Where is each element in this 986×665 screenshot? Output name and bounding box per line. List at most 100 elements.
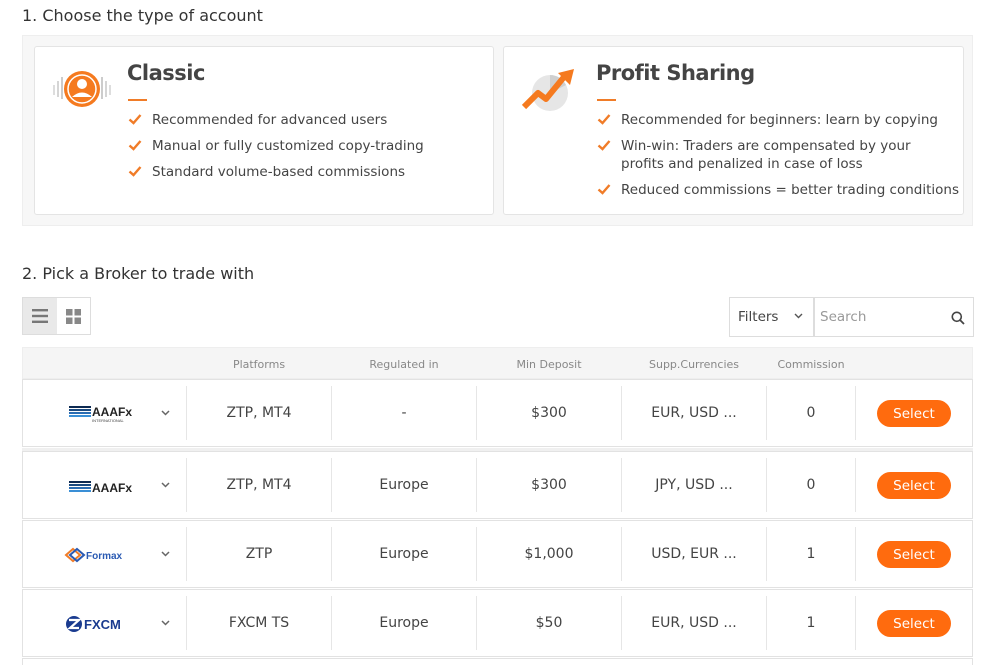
check-icon <box>597 114 611 125</box>
table-row[interactable]: Formax ZTP Europe $1,000 USD, EUR ... 1 … <box>22 520 973 588</box>
select-broker-button[interactable]: Select <box>877 610 951 637</box>
feature-item: Reduced commissions = better trading con… <box>597 181 959 199</box>
section-title-account-type: 1. Choose the type of account <box>22 6 263 25</box>
divider <box>186 458 187 512</box>
cell-min-deposit: $300 <box>531 405 567 421</box>
table-row[interactable]: FXCM FXCM TS Europe $50 EUR, USD ... 1 S… <box>22 589 973 657</box>
divider <box>476 527 477 581</box>
list-icon <box>31 309 48 323</box>
cell-currencies: EUR, USD ... <box>651 615 737 631</box>
divider <box>766 458 767 512</box>
cell-commission: 1 <box>806 615 816 631</box>
check-icon <box>597 140 611 151</box>
feature-list: Recommended for beginners: learn by copy… <box>597 111 959 207</box>
cell-regulated: - <box>401 405 407 421</box>
cell-commission: 1 <box>806 546 816 562</box>
cell-regulated: Europe <box>379 477 429 493</box>
feature-item: Recommended for beginners: learn by copy… <box>597 111 959 129</box>
cell-commission: 0 <box>806 405 816 421</box>
header-currencies: Supp.Currencies <box>648 358 740 371</box>
list-view-button[interactable] <box>23 298 57 334</box>
svg-text:AAAFx: AAAFx <box>92 405 132 419</box>
divider <box>186 386 187 440</box>
cell-min-deposit: $1,000 <box>524 546 574 562</box>
check-icon <box>128 114 142 125</box>
divider <box>621 386 622 440</box>
broker-logo-formax: Formax <box>64 547 123 563</box>
divider <box>331 386 332 440</box>
cell-currencies: USD, EUR ... <box>651 546 737 562</box>
title-underline <box>128 99 147 101</box>
check-icon <box>128 166 142 177</box>
section-title-pick-broker: 2. Pick a Broker to trade with <box>22 264 255 283</box>
chevron-down-icon <box>794 313 803 319</box>
grid-icon <box>65 308 81 324</box>
feature-list: Recommended for advanced users Manual or… <box>128 111 424 189</box>
select-broker-button[interactable]: Select <box>877 541 951 568</box>
title-underline <box>597 99 616 101</box>
account-title: Profit Sharing <box>596 61 755 85</box>
divider <box>476 458 477 512</box>
feature-item: Manual or fully customized copy-trading <box>128 137 424 155</box>
header-regulated: Regulated in <box>369 358 439 371</box>
cell-min-deposit: $300 <box>531 477 567 493</box>
account-card-classic[interactable]: Classic Recommended for advanced users M… <box>34 46 494 215</box>
cell-currencies: EUR, USD ... <box>651 405 737 421</box>
divider <box>331 527 332 581</box>
chevron-down-icon[interactable] <box>161 482 170 488</box>
feature-item: Win-win: Traders are compensated by your… <box>597 137 917 173</box>
divider <box>766 596 767 650</box>
table-row[interactable]: AAAFx INTERNATIONAL ZTP, MT4 - $300 EUR,… <box>22 379 973 447</box>
select-broker-button[interactable]: Select <box>877 472 951 499</box>
search-box <box>814 297 974 337</box>
view-toggle <box>22 297 91 335</box>
broker-logo-aaafx-international: AAAFx INTERNATIONAL <box>69 405 132 423</box>
filters-dropdown[interactable]: Filters <box>729 297 814 337</box>
header-commission: Commission <box>777 358 845 371</box>
chevron-down-icon[interactable] <box>161 551 170 557</box>
divider <box>186 596 187 650</box>
chevron-down-icon[interactable] <box>161 410 170 416</box>
svg-text:FXCM: FXCM <box>84 617 121 632</box>
chevron-down-icon[interactable] <box>161 620 170 626</box>
filters-label: Filters <box>738 309 779 325</box>
svg-text:Formax: Formax <box>86 551 123 562</box>
divider <box>476 596 477 650</box>
cell-platforms: ZTP, MT4 <box>226 477 292 493</box>
profit-chart-icon <box>521 69 574 111</box>
divider <box>186 527 187 581</box>
check-icon <box>128 140 142 151</box>
feature-item: Standard volume-based commissions <box>128 163 424 181</box>
broker-table-header: Platforms Regulated in Min Deposit Supp.… <box>22 347 973 379</box>
divider <box>621 596 622 650</box>
cell-currencies: JPY, USD ... <box>655 477 733 493</box>
cell-commission: 0 <box>806 477 816 493</box>
feature-item: Recommended for advanced users <box>128 111 424 129</box>
check-icon <box>597 184 611 195</box>
divider <box>476 386 477 440</box>
svg-text:AAAFx: AAAFx <box>92 481 132 495</box>
divider <box>621 458 622 512</box>
cell-min-deposit: $50 <box>535 615 563 631</box>
broker-logo-fxcm: FXCM <box>66 616 121 632</box>
broker-logo-aaafx: AAAFx <box>69 481 132 495</box>
svg-text:INTERNATIONAL: INTERNATIONAL <box>92 418 124 423</box>
divider <box>855 527 856 581</box>
cell-regulated: Europe <box>379 615 429 631</box>
divider <box>766 386 767 440</box>
table-row[interactable]: AAAFx ZTP, MT4 Europe $300 JPY, USD ... … <box>22 451 973 519</box>
cell-platforms: ZTP, MT4 <box>226 405 292 421</box>
cell-platforms: FXCM TS <box>228 615 290 631</box>
account-card-profit-sharing[interactable]: Profit Sharing Recommended for beginners… <box>503 46 964 215</box>
select-broker-button[interactable]: Select <box>877 400 951 427</box>
divider <box>331 596 332 650</box>
grid-view-button[interactable] <box>57 298 91 334</box>
header-platforms: Platforms <box>232 358 286 371</box>
table-row-partial <box>22 658 973 665</box>
divider <box>855 596 856 650</box>
search-input[interactable] <box>815 298 940 336</box>
divider <box>621 527 622 581</box>
divider <box>331 458 332 512</box>
search-icon[interactable] <box>951 311 965 325</box>
cell-platforms: ZTP <box>245 546 273 562</box>
